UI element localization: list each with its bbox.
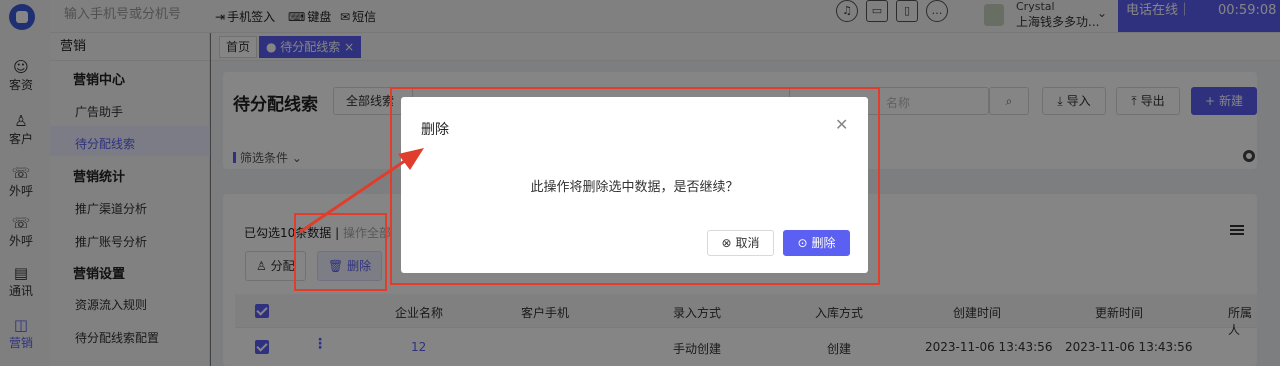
annotation-arrow: [299, 148, 424, 234]
